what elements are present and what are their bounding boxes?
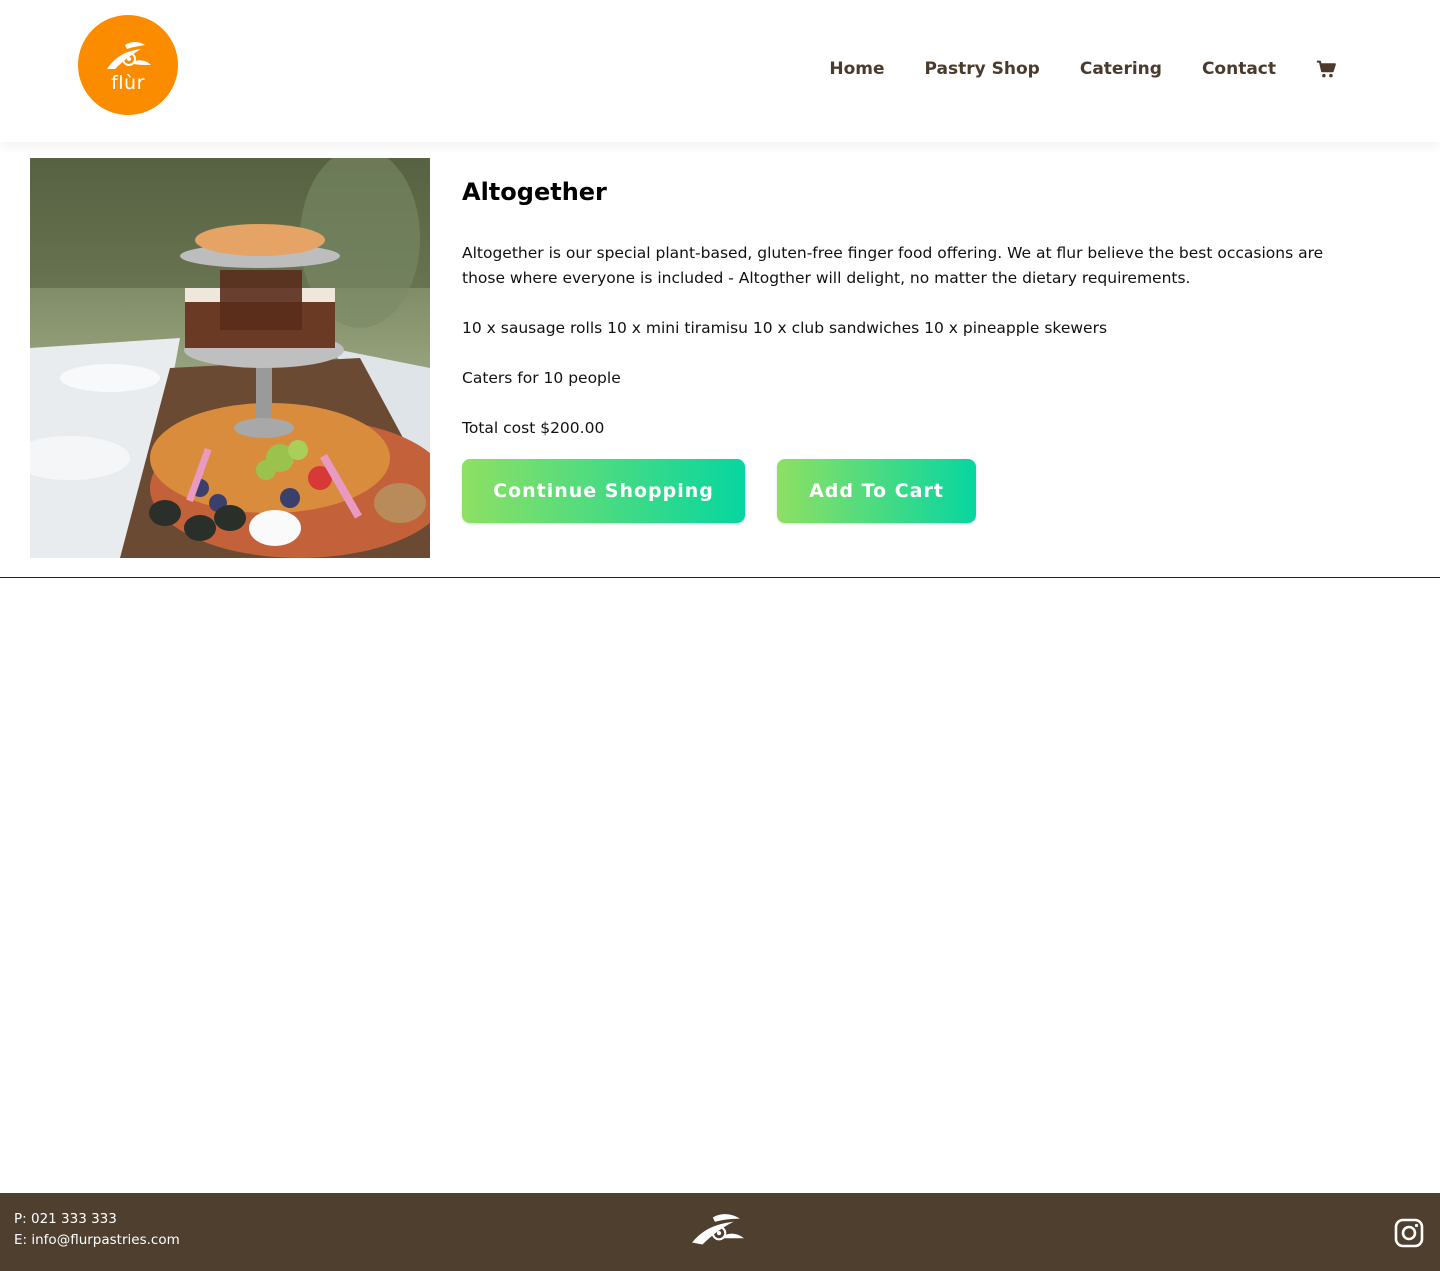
product-image bbox=[30, 158, 430, 558]
product-cost: Total cost $200.00 bbox=[462, 419, 605, 437]
footer-email[interactable]: E: info@flurpastries.com bbox=[14, 1230, 180, 1251]
food-platter-photo bbox=[30, 158, 430, 558]
footer-flower-logo-icon bbox=[692, 1214, 744, 1245]
add-to-cart-button[interactable]: Add To Cart bbox=[777, 459, 976, 523]
nav-catering[interactable]: Catering bbox=[1080, 59, 1162, 79]
continue-shopping-button[interactable]: Continue Shopping bbox=[462, 459, 745, 523]
product-items: 10 x sausage rolls 10 x mini tiramisu 10… bbox=[462, 319, 1108, 337]
instagram-icon[interactable] bbox=[1394, 1218, 1424, 1248]
product-caters: Caters for 10 people bbox=[462, 369, 621, 387]
shopping-cart-icon[interactable] bbox=[1316, 58, 1338, 80]
nav-contact[interactable]: Contact bbox=[1202, 59, 1276, 79]
nav-pastry-shop[interactable]: Pastry Shop bbox=[925, 59, 1040, 79]
nav-home[interactable]: Home bbox=[829, 59, 884, 79]
product-title: Altogether bbox=[462, 178, 607, 206]
footer-phone: P: 021 333 333 bbox=[14, 1211, 117, 1227]
logo-text: flùr bbox=[111, 72, 145, 94]
product-description: Altogether is our special plant-based, g… bbox=[462, 244, 1324, 287]
flur-logo[interactable]: flùr bbox=[78, 15, 178, 115]
site-footer: P: 021 333 333 E: info@flurpastries.com bbox=[0, 1193, 1440, 1271]
product-actions: Continue Shopping Add To Cart bbox=[462, 459, 976, 523]
flower-logo-icon bbox=[107, 42, 151, 69]
product-details: Altogether Altogether is our special pla… bbox=[462, 176, 1342, 441]
main-nav: Home Pastry Shop Catering Contact bbox=[829, 56, 1338, 82]
site-header: flùr Home Pastry Shop Catering Contact bbox=[0, 0, 1440, 142]
footer-contact: P: 021 333 333 E: info@flurpastries.com bbox=[14, 1209, 180, 1251]
section-divider bbox=[0, 577, 1440, 578]
